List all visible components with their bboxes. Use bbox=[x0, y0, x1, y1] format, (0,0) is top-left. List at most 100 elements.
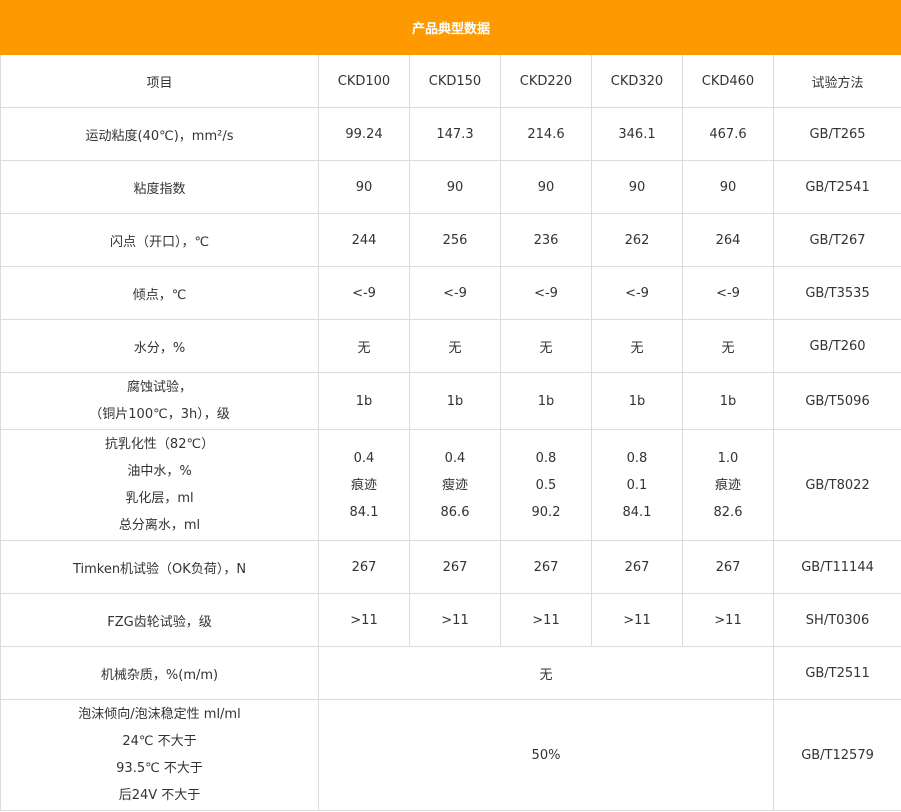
value-cell: 236 bbox=[500, 213, 592, 267]
merged-value-cell: 50% bbox=[318, 699, 774, 811]
method-cell: GB/T3535 bbox=[772, 266, 901, 320]
row-item-cell: 运动粘度(40℃)，mm²/s bbox=[0, 107, 319, 161]
value-cell: 90 bbox=[318, 160, 410, 214]
method-cell: GB/T2541 bbox=[772, 160, 901, 214]
row-item-cell: 机械杂质，%(m/m) bbox=[0, 646, 319, 700]
value-cell: 267 bbox=[318, 540, 410, 594]
table-row: FZG齿轮试验，级 >11 >11 >11 >11 >11 SH/T0306 bbox=[0, 593, 901, 647]
row-item-cell: 抗乳化性（82℃） 油中水，% 乳化层，ml 总分离水，ml bbox=[0, 429, 319, 541]
value-cell: 1b bbox=[409, 372, 501, 430]
method-cell: GB/T12579 bbox=[772, 699, 901, 811]
header-method: 试验方法 bbox=[772, 54, 901, 108]
value-cell: 346.1 bbox=[591, 107, 683, 161]
value-cell-line: 82.6 bbox=[713, 504, 743, 520]
value-cell: 无 bbox=[682, 319, 774, 373]
method-cell: GB/T11144 bbox=[772, 540, 901, 594]
row-item-cell-line: 泡沫倾向/泡沫稳定性 ml/ml bbox=[78, 707, 241, 722]
table-row: 倾点，℃ <-9 <-9 <-9 <-9 <-9 GB/T3535 bbox=[0, 266, 901, 320]
value-cell-line: 84.1 bbox=[349, 504, 379, 520]
value-cell-line: 0.8 bbox=[535, 450, 557, 466]
value-cell: <-9 bbox=[318, 266, 410, 320]
value-cell: 256 bbox=[409, 213, 501, 267]
value-cell: 90 bbox=[409, 160, 501, 214]
header-ckd460: CKD460 bbox=[682, 54, 774, 108]
value-cell: >11 bbox=[500, 593, 592, 647]
row-item-cell: 倾点，℃ bbox=[0, 266, 319, 320]
value-cell: 1b bbox=[500, 372, 592, 430]
table-row: 泡沫倾向/泡沫稳定性 ml/ml 24℃ 不大于 93.5℃ 不大于 后24V 不大于… bbox=[0, 699, 901, 811]
value-cell: 244 bbox=[318, 213, 410, 267]
table-row: 腐蚀试验， （铜片100℃，3h），级 1b 1b 1b 1b 1b GB/T5096 bbox=[0, 372, 901, 430]
value-cell: <-9 bbox=[500, 266, 592, 320]
value-cell: 无 bbox=[500, 319, 592, 373]
value-cell: >11 bbox=[591, 593, 683, 647]
value-cell: 无 bbox=[591, 319, 683, 373]
table-row: 粘度指数 90 90 90 90 90 GB/T2541 bbox=[0, 160, 901, 214]
method-cell: GB/T265 bbox=[772, 107, 901, 161]
value-cell-line: 痕迹 bbox=[350, 477, 377, 493]
value-cell-line: 0.8 bbox=[626, 450, 648, 466]
method-cell: GB/T8022 bbox=[772, 429, 901, 541]
value-cell: 无 bbox=[409, 319, 501, 373]
value-cell: 267 bbox=[591, 540, 683, 594]
table-title: 产品典型数据 bbox=[0, 0, 901, 55]
value-cell: >11 bbox=[682, 593, 774, 647]
row-item-cell: FZG齿轮试验，级 bbox=[0, 593, 319, 647]
header-ckd220: CKD220 bbox=[500, 54, 592, 108]
row-item-cell-line: 腐蚀试验， bbox=[126, 380, 192, 395]
typical-data-table: 产品典型数据 项目 CKD100 CKD150 CKD220 CKD320 CK… bbox=[0, 0, 901, 811]
value-cell: 99.24 bbox=[318, 107, 410, 161]
merged-value-cell: 无 bbox=[318, 646, 774, 700]
value-cell: <-9 bbox=[682, 266, 774, 320]
value-cell: 0.4 痕迹 84.1 bbox=[318, 429, 410, 541]
value-cell-line: 0.4 bbox=[353, 450, 375, 466]
value-cell-line: 0.4 bbox=[444, 450, 466, 466]
value-cell: 214.6 bbox=[500, 107, 592, 161]
row-item-cell: 闪点（开口），℃ bbox=[0, 213, 319, 267]
table-row: Timken机试验（OK负荷），N 267 267 267 267 267 GB/T1114… bbox=[0, 540, 901, 594]
header-ckd100: CKD100 bbox=[318, 54, 410, 108]
value-cell-line: 90.2 bbox=[531, 504, 561, 520]
value-cell: 0.8 0.1 84.1 bbox=[591, 429, 683, 541]
value-cell: 1b bbox=[318, 372, 410, 430]
value-cell: 90 bbox=[682, 160, 774, 214]
row-item-cell-line: 后24V 不大于 bbox=[118, 788, 201, 803]
row-item-cell-line: 抗乳化性（82℃） bbox=[104, 437, 215, 452]
method-cell: GB/T260 bbox=[772, 319, 901, 373]
table-row: 运动粘度(40℃)，mm²/s 99.24 147.3 214.6 346.1 467.6… bbox=[0, 107, 901, 161]
value-cell: <-9 bbox=[409, 266, 501, 320]
table-body: 运动粘度(40℃)，mm²/s 99.24 147.3 214.6 346.1 467.6… bbox=[0, 107, 901, 811]
value-cell: 467.6 bbox=[682, 107, 774, 161]
table-row: 水分，% 无无无无无 GB/T260 bbox=[0, 319, 901, 373]
row-item-cell-line: 油中水，% bbox=[127, 464, 192, 479]
header-ckd320: CKD320 bbox=[591, 54, 683, 108]
table-row: 抗乳化性（82℃） 油中水，% 乳化层，ml 总分离水，ml 0.4 痕迹 84.1 0.4 瘦… bbox=[0, 429, 901, 541]
value-cell: 0.4 瘦迹 86.6 bbox=[409, 429, 501, 541]
value-cell-line: 86.6 bbox=[440, 504, 470, 520]
row-item-cell-line: 24℃ 不大于 bbox=[122, 734, 197, 749]
method-cell: GB/T2511 bbox=[772, 646, 901, 700]
value-cell-line: 0.1 bbox=[626, 477, 648, 493]
value-cell: >11 bbox=[409, 593, 501, 647]
value-cell-line: 84.1 bbox=[622, 504, 652, 520]
value-cell: 0.8 0.5 90.2 bbox=[500, 429, 592, 541]
value-cell: 267 bbox=[682, 540, 774, 594]
row-item-cell: 水分，% bbox=[0, 319, 319, 373]
row-item-cell: 泡沫倾向/泡沫稳定性 ml/ml 24℃ 不大于 93.5℃ 不大于 后24V 不大于 bbox=[0, 699, 319, 811]
value-cell: 267 bbox=[500, 540, 592, 594]
value-cell: 90 bbox=[500, 160, 592, 214]
row-item-cell-line: 总分离水，ml bbox=[118, 518, 201, 533]
value-cell: 262 bbox=[591, 213, 683, 267]
value-cell-line: 瘦迹 bbox=[441, 477, 468, 493]
value-cell: 90 bbox=[591, 160, 683, 214]
value-cell: 无 bbox=[318, 319, 410, 373]
row-item-cell: 粘度指数 bbox=[0, 160, 319, 214]
value-cell: >11 bbox=[318, 593, 410, 647]
row-item-cell: Timken机试验（OK负荷），N bbox=[0, 540, 319, 594]
method-cell: GB/T267 bbox=[772, 213, 901, 267]
value-cell: 267 bbox=[409, 540, 501, 594]
row-item-cell-line: 93.5℃ 不大于 bbox=[116, 761, 203, 776]
value-cell-line: 1.0 bbox=[717, 450, 739, 466]
value-cell: 1b bbox=[682, 372, 774, 430]
value-cell-line: 痕迹 bbox=[714, 477, 741, 493]
